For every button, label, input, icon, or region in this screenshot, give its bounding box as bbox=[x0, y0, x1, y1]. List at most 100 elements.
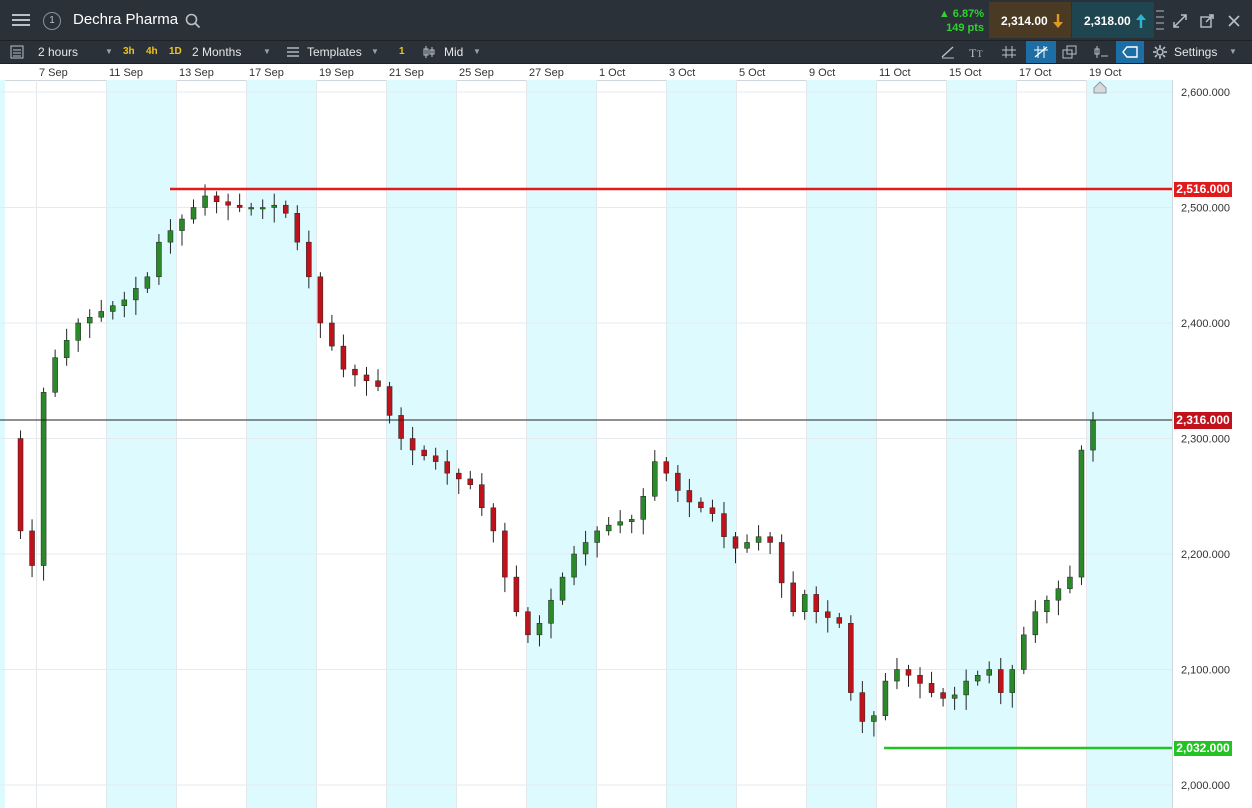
resistance-price-tag: 2,516.000 bbox=[1174, 182, 1232, 198]
candle-up bbox=[652, 461, 658, 497]
candle-down bbox=[825, 611, 831, 618]
text-tool-icon[interactable]: TT bbox=[968, 45, 986, 59]
y-tick-label: 2,300.000 bbox=[1181, 434, 1230, 446]
sell-button[interactable]: 2,314.00 bbox=[989, 2, 1071, 38]
candle-down bbox=[513, 576, 520, 612]
candle-up bbox=[190, 207, 197, 220]
x-tick-label: 17 Oct bbox=[1019, 67, 1051, 79]
interval-1d-button[interactable]: 1D bbox=[169, 41, 182, 63]
popout-icon[interactable] bbox=[1199, 13, 1215, 29]
candle-up bbox=[640, 496, 647, 520]
candle-down bbox=[859, 692, 866, 722]
candle-up bbox=[871, 715, 877, 722]
candle-up bbox=[801, 594, 808, 612]
candle-up bbox=[202, 195, 208, 208]
alert-icon[interactable] bbox=[1093, 45, 1109, 59]
grid-icon[interactable] bbox=[1001, 45, 1017, 59]
tag-toggle[interactable] bbox=[1116, 41, 1144, 63]
price-type-select[interactable]: Mid ▼ bbox=[418, 41, 488, 63]
candle-down bbox=[467, 478, 474, 485]
y-tick-label: 2,400.000 bbox=[1181, 318, 1230, 330]
x-tick-label: 19 Sep bbox=[319, 67, 354, 79]
templates-select[interactable]: Templates ▼ bbox=[282, 41, 386, 63]
svg-text:T: T bbox=[969, 46, 977, 59]
list-icon[interactable] bbox=[10, 45, 24, 59]
gear-icon[interactable] bbox=[1153, 45, 1167, 59]
candle-down bbox=[836, 617, 843, 624]
candle-down bbox=[398, 415, 404, 439]
x-tick-label: 3 Oct bbox=[669, 67, 695, 79]
drag-handle-icon[interactable] bbox=[1155, 8, 1165, 34]
candle-down bbox=[698, 501, 704, 509]
price-chart[interactable]: 7 Sep 11 Sep 13 Sep 17 Sep 19 Sep 21 Sep 25 Se… bbox=[0, 64, 1252, 808]
y-tick-label: 2,000.000 bbox=[1181, 780, 1230, 792]
candle-up bbox=[582, 542, 589, 555]
instrument-header: 1 Dechra Pharma ▲ 6.87% 149 pts 2,314.00… bbox=[0, 0, 1252, 41]
crosshair-icon bbox=[1034, 46, 1048, 58]
buy-button[interactable]: 2,318.00 bbox=[1072, 2, 1154, 38]
chevron-down-icon: ▼ bbox=[1229, 47, 1237, 56]
crosshair-toggle[interactable] bbox=[1026, 41, 1056, 63]
candle-down bbox=[663, 461, 670, 474]
range-select[interactable]: 2 Months ▼ bbox=[188, 41, 276, 63]
candle-down bbox=[386, 386, 393, 416]
chart-canvas[interactable]: 7 Sep 11 Sep 13 Sep 17 Sep 19 Sep 21 Sep 25 Se… bbox=[0, 64, 1252, 808]
price-change-box: ▲ 6.87% 149 pts bbox=[926, 2, 988, 38]
candle-up bbox=[63, 340, 70, 358]
x-tick-label: 17 Sep bbox=[249, 67, 284, 79]
candle-down bbox=[17, 438, 24, 532]
candle-up bbox=[536, 623, 543, 636]
candle-up bbox=[951, 694, 958, 699]
interval-3h-button[interactable]: 3h bbox=[123, 41, 135, 63]
candle-up bbox=[617, 521, 623, 526]
interval-select[interactable]: 2 hours ▼ bbox=[34, 41, 118, 63]
candle-down bbox=[790, 582, 796, 612]
close-icon[interactable] bbox=[1226, 13, 1242, 29]
tag-icon bbox=[1122, 46, 1138, 58]
x-tick-label: 13 Sep bbox=[179, 67, 214, 79]
arrow-up-icon bbox=[1136, 14, 1146, 28]
candle-down bbox=[525, 611, 531, 636]
candle-up bbox=[894, 669, 900, 682]
candle-down bbox=[432, 455, 439, 462]
support-price-tag: 2,032.000 bbox=[1174, 741, 1232, 757]
candle-down bbox=[686, 490, 693, 503]
candle-up bbox=[974, 675, 981, 682]
candle-down bbox=[997, 669, 1004, 693]
change-percent: ▲ 6.87% bbox=[938, 8, 984, 20]
candlestick-icon bbox=[423, 46, 435, 58]
indicator-count-badge[interactable]: 1 bbox=[399, 41, 405, 63]
candle-up bbox=[1032, 611, 1039, 636]
y-tick-label: 2,200.000 bbox=[1181, 549, 1230, 561]
interval-4h-button[interactable]: 4h bbox=[146, 41, 158, 63]
chart-toolbar: 2 hours ▼ 3h 4h 1D 2 Months ▼ Templates … bbox=[0, 41, 1252, 64]
x-tick-label: 11 Sep bbox=[109, 67, 143, 79]
settings-button[interactable]: Settings bbox=[1174, 41, 1217, 63]
x-tick-label: 25 Sep bbox=[459, 67, 494, 79]
instrument-name[interactable]: Dechra Pharma bbox=[73, 11, 178, 28]
candle-down bbox=[352, 368, 358, 376]
y-tick-label: 2,500.000 bbox=[1181, 203, 1230, 215]
x-tick-label: 9 Oct bbox=[809, 67, 835, 79]
layers-icon[interactable] bbox=[1062, 45, 1078, 59]
candle-down bbox=[709, 507, 716, 514]
candle-up bbox=[1021, 634, 1027, 670]
draw-line-icon[interactable] bbox=[940, 45, 956, 59]
x-tick-label: 11 Oct bbox=[879, 67, 911, 79]
window-number-badge[interactable]: 1 bbox=[43, 12, 61, 30]
x-tick-label: 19 Oct bbox=[1089, 67, 1121, 79]
candle-up bbox=[259, 207, 266, 210]
candle-up bbox=[75, 322, 81, 341]
current-price-tag: 2,316.000 bbox=[1174, 412, 1232, 430]
change-points: 149 pts bbox=[946, 22, 984, 34]
range-label: 2 Months bbox=[192, 45, 242, 59]
x-tick-label: 5 Oct bbox=[739, 67, 765, 79]
candle-down bbox=[340, 345, 347, 370]
candle-up bbox=[755, 536, 762, 543]
candle-down bbox=[375, 380, 381, 387]
candle-down bbox=[502, 530, 508, 578]
menu-icon[interactable] bbox=[10, 12, 32, 28]
expand-icon[interactable] bbox=[1172, 13, 1188, 29]
search-icon[interactable] bbox=[185, 13, 201, 29]
candle-up bbox=[744, 542, 750, 549]
